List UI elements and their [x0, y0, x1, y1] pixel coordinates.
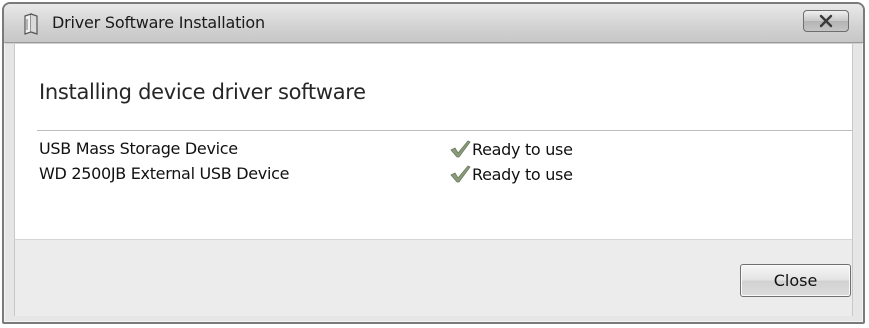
page-title: Installing device driver software [39, 80, 366, 104]
driver-installer-icon [22, 13, 42, 35]
divider [37, 130, 852, 131]
content-panel: Installing device driver software USB Ma… [14, 44, 853, 239]
button-bar: Close [14, 239, 853, 316]
device-status-text: Ready to use [472, 165, 573, 184]
dialog-window: Driver Software Installation Installing … [2, 2, 865, 324]
checkmark-icon [449, 164, 471, 184]
device-name: WD 2500JB External USB Device [39, 164, 290, 183]
device-status: Ready to use [449, 164, 573, 184]
close-button[interactable]: Close [740, 264, 851, 297]
title-bar[interactable]: Driver Software Installation [4, 4, 863, 43]
device-status: Ready to use [449, 139, 573, 159]
device-name: USB Mass Storage Device [39, 139, 238, 158]
device-status-text: Ready to use [472, 140, 573, 159]
checkmark-icon [449, 139, 471, 159]
window-title: Driver Software Installation [52, 13, 265, 32]
close-icon[interactable] [803, 10, 849, 32]
